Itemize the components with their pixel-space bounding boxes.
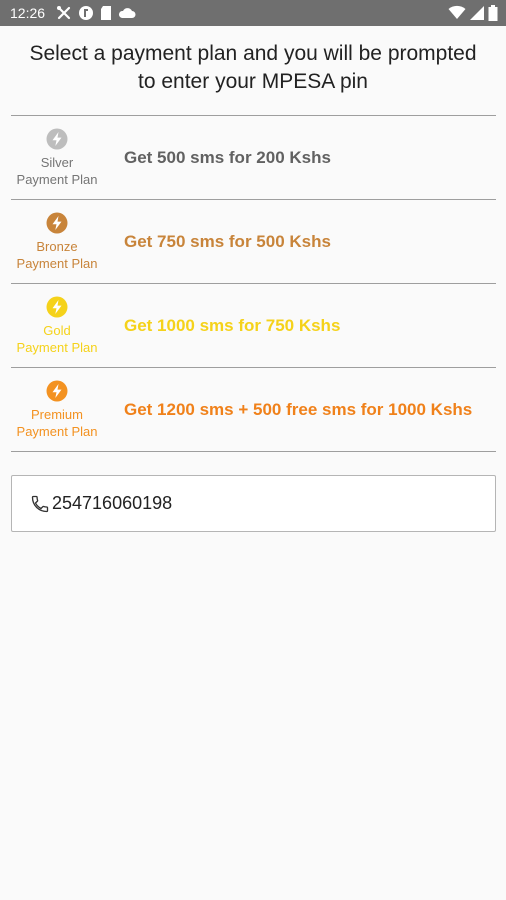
lightning-bolt-icon [46,296,68,317]
divider [11,451,496,452]
cloud-icon [118,8,136,18]
plan-name-line-2: Payment Plan [16,255,98,271]
plan-badge-bronze: Bronze Payment Plan [11,212,103,272]
battery-icon [488,5,498,21]
plan-silver[interactable]: Silver Payment Plan Get 500 sms for 200 … [11,116,496,199]
phone-number-field[interactable]: 254716060198 [11,475,496,532]
status-icons-left [56,4,136,22]
plan-name-line-2: Payment Plan [16,423,98,439]
plan-name-line-1: Silver [40,154,74,170]
status-time: 12:26 [10,5,46,21]
instructions-line-1: Select a payment plan and you will be pr… [29,42,477,65]
blocked-circle-icon [79,6,93,20]
signal-icon [470,6,484,20]
status-icons-right [448,4,498,22]
plan-name-line-1: Gold [43,322,71,338]
plan-premium[interactable]: Premium Payment Plan Get 1200 sms + 500 … [11,368,496,451]
plan-list: Silver Payment Plan Get 500 sms for 200 … [11,115,496,452]
plan-name-line-1: Bronze [36,238,78,254]
plan-name-line-2: Payment Plan [16,171,98,187]
plan-offer-bronze: Get 750 sms for 500 Kshs [124,231,331,251]
plan-name-line-1: Premium [30,406,83,422]
plan-offer-premium: Get 1200 sms + 500 free sms for 1000 Ksh… [124,399,473,419]
plan-name-line-2: Payment Plan [16,339,98,355]
phone-icon [31,495,49,512]
wifi-icon [448,5,466,19]
lightning-bolt-icon [46,380,68,401]
plan-offer-silver: Get 500 sms for 200 Kshs [124,147,331,167]
lightning-bolt-icon [46,128,68,149]
plan-gold[interactable]: Gold Payment Plan Get 1000 sms for 750 K… [11,284,496,367]
status-bar: 12:26 [0,0,506,26]
tools-icon [57,6,71,20]
plan-offer-gold: Get 1000 sms for 750 Kshs [124,315,341,335]
plan-badge-gold: Gold Payment Plan [11,296,103,356]
instructions-header: Select a payment plan and you will be pr… [0,40,506,96]
lightning-bolt-icon [46,212,68,233]
instructions-line-2: to enter your MPESA pin [138,70,368,93]
sd-card-icon [101,6,111,20]
phone-number-value: 254716060198 [52,493,173,513]
plan-badge-silver: Silver Payment Plan [11,128,103,188]
plan-badge-premium: Premium Payment Plan [11,380,103,440]
plan-bronze[interactable]: Bronze Payment Plan Get 750 sms for 500 … [11,200,496,283]
